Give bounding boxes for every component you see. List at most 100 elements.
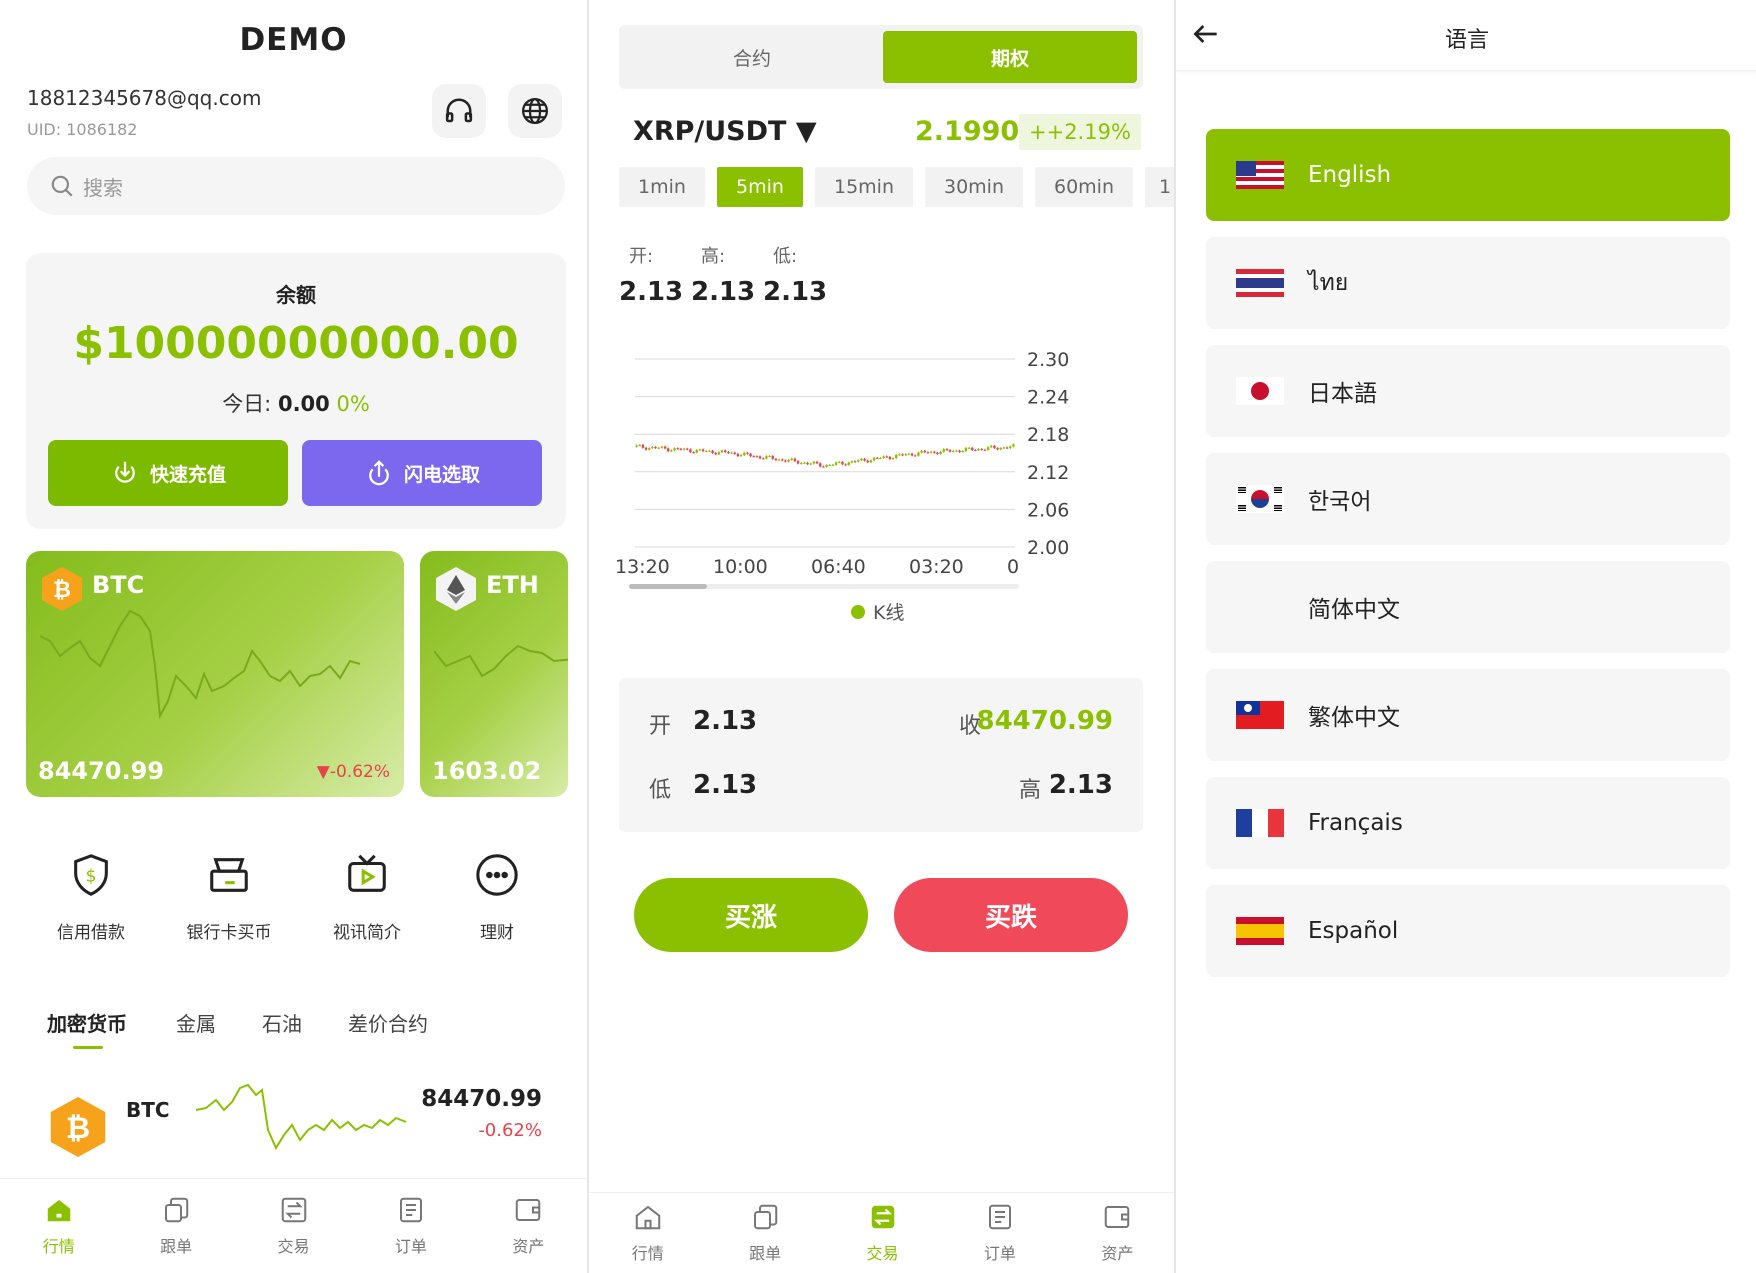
tab-market[interactable]: 行情	[589, 1193, 706, 1273]
tv-play-icon	[348, 854, 386, 892]
document-icon	[988, 1204, 1011, 1230]
candle-body	[768, 455, 771, 457]
candle-body	[1005, 447, 1009, 449]
candle-body	[980, 449, 983, 451]
tab-trade[interactable]: 交易	[824, 1193, 941, 1273]
candle-body	[790, 458, 793, 460]
category-crypto[interactable]: 加密货币	[47, 1008, 127, 1037]
tab-copy[interactable]: 跟单	[117, 1179, 234, 1273]
segment-contract[interactable]: 合约	[625, 31, 879, 83]
interval-5min[interactable]: 5min	[717, 167, 803, 207]
category-metals[interactable]: 金属	[176, 1008, 216, 1037]
today-label: 今日:	[222, 392, 272, 416]
low-label: 低:	[773, 246, 798, 267]
tab-label: 跟单	[749, 1244, 782, 1263]
candle-body	[1002, 447, 1006, 449]
category-cfd[interactable]: 差价合约	[348, 1008, 428, 1037]
candle-body	[660, 446, 664, 448]
kline-chart[interactable]: 2.30 2.24 2.18 2.12 2.06 2.00 13:20 10:00 06:40 0…	[615, 340, 1155, 620]
language-name: Français	[1308, 810, 1403, 836]
feature-bank-card[interactable]: 银行卡买币	[164, 852, 294, 943]
tab-trade[interactable]: 交易	[235, 1179, 352, 1273]
language-option-french[interactable]: Français	[1206, 777, 1730, 869]
tab-label: 交易	[866, 1244, 899, 1263]
interval-60min[interactable]: 60min	[1035, 167, 1133, 207]
language-option-traditional-chinese[interactable]: 繁体中文	[1206, 669, 1730, 761]
language-name: 简体中文	[1308, 597, 1400, 623]
candle-body	[936, 452, 939, 454]
candle-body	[793, 458, 797, 462]
feature-wealth[interactable]: 理财	[432, 852, 562, 943]
interval-more[interactable]: 1	[1145, 167, 1176, 207]
tab-market[interactable]: 行情	[0, 1179, 117, 1273]
today-pnl: 今日: 0.00 0%	[26, 388, 566, 418]
more-dots-icon	[476, 854, 518, 896]
feature-credit-loan[interactable]: $ 信用借款	[26, 852, 156, 943]
interval-15min[interactable]: 15min	[815, 167, 913, 207]
candle-body	[882, 456, 885, 459]
balance-value: $10000000000.00	[73, 318, 519, 369]
feature-label: 银行卡买币	[186, 923, 272, 943]
x-tick-label: 13:20	[615, 556, 670, 578]
card-terminal-icon	[210, 858, 248, 892]
tab-orders[interactable]: 订单	[941, 1193, 1058, 1273]
market-price: 84470.99	[421, 1086, 542, 1112]
candle-body	[739, 455, 743, 457]
user-uid: UID: 1086182	[27, 120, 138, 139]
candle-body	[743, 452, 746, 456]
candle-body	[1009, 446, 1012, 449]
bottom-tabbar: 行情 跟单 交易 订单 资产	[0, 1178, 587, 1273]
jp-flag-icon	[1236, 377, 1284, 405]
tab-label: 订单	[983, 1244, 1016, 1263]
market-row-btc[interactable]: ₿ BTC 84470.99 -0.62%	[26, 1070, 566, 1170]
tab-copy[interactable]: 跟单	[706, 1193, 823, 1273]
segment-options[interactable]: 期权	[883, 31, 1137, 83]
buy-up-button[interactable]: 买涨	[634, 878, 868, 952]
candle-body	[828, 465, 831, 467]
withdraw-button[interactable]: 闪电选取	[302, 440, 542, 506]
language-button[interactable]	[508, 84, 562, 138]
candle-body	[933, 451, 936, 453]
home-icon	[47, 1200, 70, 1222]
pair-selector[interactable]: XRP/USDT ▼	[633, 116, 817, 147]
summary-high-label: 高	[1019, 778, 1042, 803]
tab-assets[interactable]: 资产	[1059, 1193, 1176, 1273]
legend-label: K线	[873, 602, 905, 624]
search-bar[interactable]: 搜索	[27, 157, 565, 215]
support-button[interactable]	[432, 84, 486, 138]
language-option-english[interactable]: English	[1206, 129, 1730, 221]
language-option-korean[interactable]: 한국어	[1206, 453, 1730, 545]
candle-body	[809, 463, 812, 465]
y-tick-label: 2.24	[1027, 387, 1069, 409]
candle-body	[635, 445, 638, 447]
market-change: -0.62%	[478, 1120, 542, 1141]
btc-card[interactable]: ₿ BTC 84470.99 ▼-0.62%	[26, 551, 404, 797]
language-option-thai[interactable]: ไทย	[1206, 237, 1730, 329]
x-tick-label: 10:00	[713, 556, 768, 578]
candle-body	[752, 456, 755, 458]
tab-assets[interactable]: 资产	[470, 1179, 587, 1273]
tab-label: 跟单	[160, 1237, 193, 1256]
feature-label: 信用借款	[57, 923, 125, 943]
candle-body	[929, 451, 933, 453]
open-value: 2.13	[619, 277, 684, 307]
category-oil[interactable]: 石油	[262, 1008, 302, 1037]
chart-legend[interactable]: K线	[851, 598, 904, 625]
deposit-button[interactable]: 快速充值	[48, 440, 288, 506]
price-change-badge: ++2.19%	[1019, 114, 1141, 150]
language-option-japanese[interactable]: 日本語	[1206, 345, 1730, 437]
buy-down-button[interactable]: 买跌	[894, 878, 1128, 952]
tab-orders[interactable]: 订单	[352, 1179, 469, 1273]
feature-video-intro[interactable]: 视讯简介	[302, 852, 432, 943]
eth-sparkline	[434, 644, 568, 678]
interval-30min[interactable]: 30min	[925, 167, 1023, 207]
language-name: Español	[1308, 918, 1399, 944]
tab-label: 资产	[512, 1237, 545, 1256]
interval-1min[interactable]: 1min	[619, 167, 705, 207]
language-option-spanish[interactable]: Español	[1206, 885, 1730, 977]
language-option-simplified-chinese[interactable]: 简体中文	[1206, 561, 1730, 653]
candle-body	[708, 450, 711, 452]
candle-body	[777, 459, 781, 461]
candle-body	[705, 451, 708, 453]
eth-card[interactable]: ETH 1603.02	[420, 551, 568, 797]
